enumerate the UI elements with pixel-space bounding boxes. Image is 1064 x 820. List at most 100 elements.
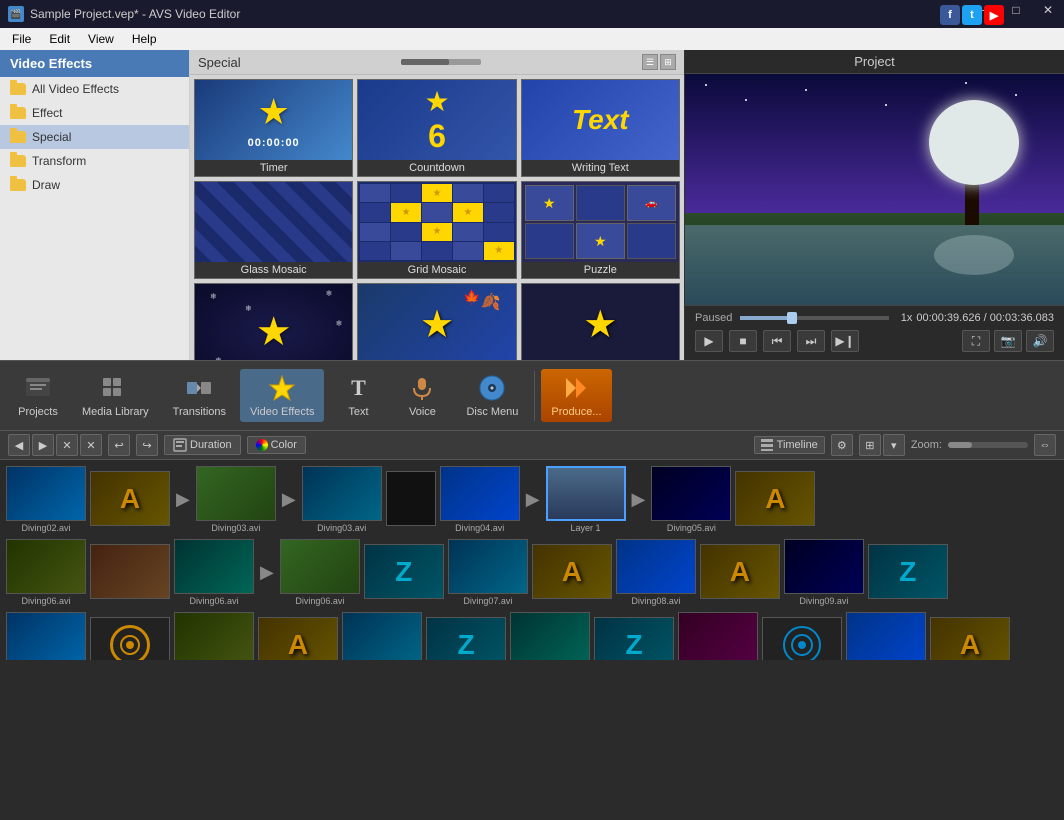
clip-a2[interactable]: A bbox=[735, 471, 815, 528]
maximize-button[interactable]: □ bbox=[1000, 0, 1032, 20]
clip-a5[interactable]: A bbox=[258, 617, 338, 660]
tl-settings-button[interactable]: ⚙ bbox=[831, 434, 853, 456]
clip-diving05[interactable]: Diving05.avi bbox=[651, 466, 731, 533]
clip-photo08[interactable]: photo08.jpg bbox=[678, 612, 758, 660]
sidebar-title: Video Effects bbox=[0, 50, 189, 77]
tl-redo-button[interactable]: ↪ bbox=[136, 434, 158, 456]
timeline-toggle[interactable]: Timeline bbox=[754, 436, 825, 454]
clip-diving03-1[interactable]: Diving03.avi bbox=[196, 466, 276, 533]
clip-z1[interactable]: Z bbox=[364, 544, 444, 601]
menu-view[interactable]: View bbox=[80, 30, 122, 48]
effect-glass-mosaic[interactable]: Glass Mosaic bbox=[194, 181, 353, 279]
tl-undo-button[interactable]: ↩ bbox=[108, 434, 130, 456]
clip-diving07[interactable]: Diving07.avi bbox=[448, 539, 528, 606]
menu-edit[interactable]: Edit bbox=[41, 30, 78, 48]
menu-help[interactable]: Help bbox=[124, 30, 165, 48]
effect-writing-text[interactable]: Text Writing Text bbox=[521, 79, 680, 177]
clip-target1[interactable] bbox=[90, 617, 170, 660]
facebook-icon[interactable]: f bbox=[940, 5, 960, 25]
toolbar-transitions[interactable]: Transitions bbox=[163, 369, 236, 422]
tl-view-btn1[interactable]: ⊞ bbox=[859, 434, 881, 456]
effect-timer[interactable]: ★ 00:00:00 Timer bbox=[194, 79, 353, 177]
tl-fit-button[interactable]: ⇔ bbox=[1034, 434, 1056, 456]
clip-diving11[interactable]: Diving11.avi bbox=[174, 612, 254, 660]
effect-countdown[interactable]: ★ 6 Countdown bbox=[357, 79, 516, 177]
tl-duration-button[interactable]: Duration bbox=[164, 435, 241, 455]
tl-forward-button[interactable]: ▶ bbox=[32, 434, 54, 456]
effect-puzzle-label: Puzzle bbox=[522, 262, 679, 278]
sidebar-item-draw[interactable]: Draw bbox=[0, 173, 189, 197]
clip-z2[interactable]: Z bbox=[868, 544, 948, 601]
tl-stop-button[interactable]: ✕ bbox=[56, 434, 78, 456]
slow-play-button[interactable]: ▶❙ bbox=[831, 330, 859, 352]
progress-bar[interactable] bbox=[740, 316, 888, 320]
clip-z3[interactable]: Z bbox=[426, 617, 506, 660]
youtube-icon[interactable]: ▶ bbox=[984, 5, 1004, 25]
clip-diving02[interactable]: Diving02.avi bbox=[6, 466, 86, 533]
clip-diving10[interactable]: Diving10.avi bbox=[6, 612, 86, 660]
volume-button[interactable]: 🔊 bbox=[1026, 330, 1054, 352]
zoom-slider[interactable] bbox=[948, 442, 1028, 448]
snapshot-button[interactable]: 📷 bbox=[994, 330, 1022, 352]
sidebar-item-transform[interactable]: Transform bbox=[0, 149, 189, 173]
sidebar-item-special[interactable]: Special bbox=[0, 125, 189, 149]
toolbar-video-effects[interactable]: Video Effects bbox=[240, 369, 324, 422]
next-frame-button[interactable]: ⏭ bbox=[797, 330, 825, 352]
clip-diving03-2[interactable]: Diving03.avi bbox=[302, 466, 382, 533]
clip-diving06-1[interactable]: Diving06.avi bbox=[6, 539, 86, 606]
clip-z4[interactable]: Z bbox=[594, 617, 674, 660]
view-btn-1[interactable]: ☰ bbox=[642, 54, 658, 70]
toolbar-disc-menu[interactable]: Disc Menu bbox=[456, 369, 528, 422]
status-text: Paused bbox=[695, 312, 732, 324]
clip-diving12[interactable]: Diving12.avi bbox=[342, 612, 422, 660]
effect-grid-mosaic[interactable]: ★ ★ ★ ★ ★ bbox=[357, 181, 516, 279]
fullscreen-button[interactable]: ⛶ bbox=[962, 330, 990, 352]
effect-puzzle[interactable]: ★ 🚗 ★ Puzzle bbox=[521, 181, 680, 279]
view-btn-2[interactable]: ⊞ bbox=[660, 54, 676, 70]
menu-file[interactable]: File bbox=[4, 30, 39, 48]
clip-dark[interactable] bbox=[386, 471, 436, 528]
title-bar: 🎬 Sample Project.vep* - AVS Video Editor… bbox=[0, 0, 1064, 28]
slider-area[interactable] bbox=[401, 59, 481, 65]
timer-time: 00:00:00 bbox=[248, 137, 300, 149]
clip-layer1[interactable]: Layer 1 bbox=[546, 466, 626, 533]
tl-view-btn2[interactable]: ▾ bbox=[883, 434, 905, 456]
tl-nav: ◀ ▶ ✕ ✕ bbox=[8, 434, 102, 456]
effect-canvas[interactable]: ★ Canvas bbox=[521, 283, 680, 360]
toolbar-produce[interactable]: Produce... bbox=[541, 369, 611, 422]
clip-photo10[interactable]: photo10.jpg bbox=[510, 612, 590, 660]
clip-label-diving05: Diving05.avi bbox=[651, 523, 731, 533]
clip-diving06-3[interactable]: Diving06.avi bbox=[280, 539, 360, 606]
effect-snow[interactable]: ★ ❄ ❄ ❄ ❄ ❄ ❄ Snow bbox=[194, 283, 353, 360]
effect-particles[interactable]: ★ 🍂 🍁 Particles bbox=[357, 283, 516, 360]
toolbar-voice[interactable]: Voice bbox=[392, 369, 452, 422]
play-button[interactable]: ▶ bbox=[695, 330, 723, 352]
sidebar-item-all-effects[interactable]: All Video Effects bbox=[0, 77, 189, 101]
toolbar-media-library[interactable]: Media Library bbox=[72, 369, 159, 422]
twitter-icon[interactable]: t bbox=[962, 5, 982, 25]
clip-brown[interactable] bbox=[90, 544, 170, 601]
clip-diving09[interactable]: Diving09.avi bbox=[784, 539, 864, 606]
clip-diving06-2[interactable]: Diving06.avi bbox=[174, 539, 254, 606]
toolbar-projects[interactable]: Projects bbox=[8, 369, 68, 422]
clip-diving04[interactable]: Diving04.avi bbox=[440, 466, 520, 533]
tl-clear-button[interactable]: ✕ bbox=[80, 434, 102, 456]
close-button[interactable]: ✕ bbox=[1032, 0, 1064, 20]
clip-photo11[interactable]: photo11.jpg bbox=[846, 612, 926, 660]
clip-a1[interactable]: A bbox=[90, 471, 170, 528]
effects-header: Special ☰ ⊞ bbox=[190, 50, 684, 75]
clip-a4[interactable]: A bbox=[700, 544, 780, 601]
clip-a3[interactable]: A bbox=[532, 544, 612, 601]
stop-button[interactable]: ■ bbox=[729, 330, 757, 352]
size-slider[interactable] bbox=[401, 59, 481, 65]
progress-handle[interactable] bbox=[787, 312, 797, 324]
tl-color-button[interactable]: Color bbox=[247, 436, 306, 454]
clip-diving08[interactable]: Diving08.avi bbox=[616, 539, 696, 606]
tl-back-button[interactable]: ◀ bbox=[8, 434, 30, 456]
sidebar-item-effect[interactable]: Effect bbox=[0, 101, 189, 125]
prev-frame-button[interactable]: ⏮ bbox=[763, 330, 791, 352]
clip-a6[interactable]: A bbox=[930, 617, 1010, 660]
toolbar-text[interactable]: T Text bbox=[328, 369, 388, 422]
speed-indicator: 1x bbox=[901, 312, 913, 324]
clip-target2[interactable] bbox=[762, 617, 842, 660]
